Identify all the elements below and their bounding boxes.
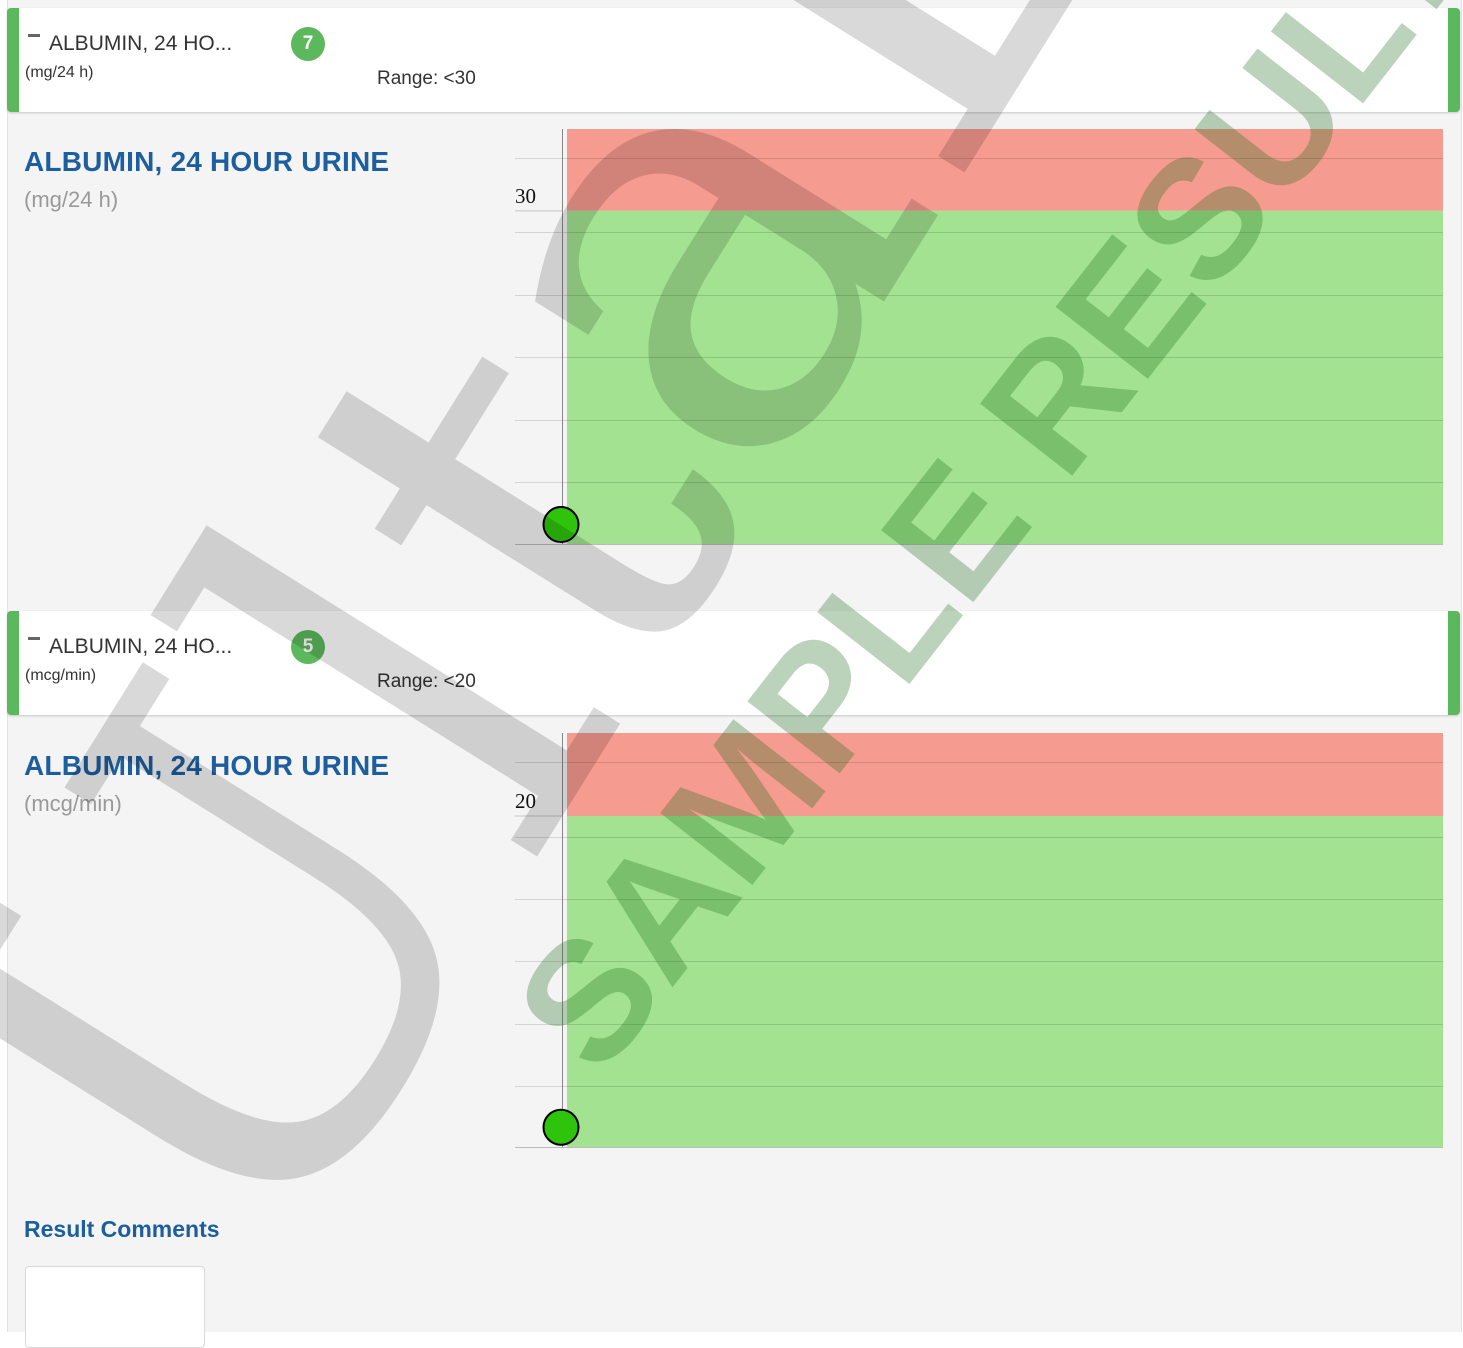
chart-svg: 30 [515, 129, 1443, 545]
test-name: ALBUMIN, 24 HO... [49, 32, 233, 55]
reference-range: Range: <20 [377, 671, 476, 692]
normal-range-band [567, 816, 1443, 1148]
chart-svg: 20 [515, 733, 1443, 1148]
result-comments-box [25, 1266, 205, 1348]
test-header-2[interactable]: ALBUMIN, 24 HO... (mcg/min) 5 Range: <20 [7, 611, 1460, 715]
collapse-icon[interactable] [28, 637, 40, 640]
data-point [542, 506, 580, 544]
detail-unit: (mg/24 h) [24, 187, 119, 212]
normal-range-band [567, 210, 1443, 545]
detail-unit: (mcg/min) [24, 791, 122, 816]
result-chart: 30 [515, 129, 1443, 545]
detail-title: ALBUMIN, 24 HOUR URINE [24, 750, 390, 781]
result-comments-title: Result Comments [24, 1216, 220, 1242]
collapse-icon[interactable] [28, 34, 40, 37]
abnormal-range-band [567, 733, 1443, 816]
test-unit: (mg/24 h) [25, 64, 94, 81]
reference-range: Range: <30 [377, 68, 476, 89]
result-count-badge: 7 [291, 27, 325, 61]
detail-title: ALBUMIN, 24 HOUR URINE [24, 146, 390, 177]
y-tick-label: 20 [515, 789, 536, 813]
abnormal-range-band [567, 129, 1443, 211]
test-name: ALBUMIN, 24 HO... [49, 635, 233, 658]
y-tick-label: 30 [515, 184, 536, 208]
test-header-1[interactable]: ALBUMIN, 24 HO... (mg/24 h) 7 Range: <30 [7, 8, 1460, 112]
result-count-badge: 5 [291, 630, 325, 664]
result-chart: 20 [515, 733, 1443, 1148]
data-point [542, 1108, 580, 1146]
test-unit: (mcg/min) [25, 667, 97, 684]
